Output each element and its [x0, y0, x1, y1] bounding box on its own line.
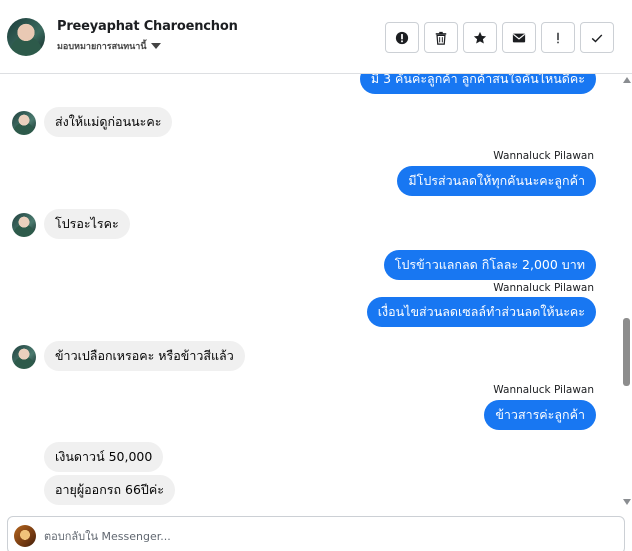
mail-icon — [512, 33, 526, 42]
contact-avatar-small — [12, 345, 36, 369]
message-incoming: เงินดาวน์ 50,000 — [44, 442, 164, 472]
message-incoming: ข้าวเปลือกเหรอคะ หรือข้าวสีแล้ว — [44, 341, 245, 371]
delete-button[interactable] — [424, 22, 458, 53]
reply-composer — [7, 516, 625, 551]
thread-scrollbar[interactable] — [620, 74, 632, 508]
sender-name: Wannaluck Pilawan — [493, 384, 594, 396]
report-icon — [395, 31, 409, 44]
scroll-down-icon[interactable] — [623, 499, 631, 505]
sender-name: Wannaluck Pilawan — [493, 150, 594, 162]
contact-avatar-small — [12, 111, 36, 135]
message-outgoing: มี 3 คันค่ะลูกค้า ลูกค้าสนใจคันไหนดีคะ — [359, 74, 596, 94]
message-incoming: ส่งให้แม่ดูก่อนนะคะ — [44, 107, 173, 137]
contact-avatar-small — [12, 213, 36, 237]
assign-conversation-label: มอบหมายการสนทนานี้ — [57, 42, 147, 52]
scroll-up-icon[interactable] — [623, 77, 631, 83]
sender-name: Wannaluck Pilawan — [493, 282, 594, 294]
star-button[interactable] — [463, 22, 497, 53]
message-thread[interactable]: มี 3 คันค่ะลูกค้า ลูกค้าสนใจคันไหนดีคะ ส… — [0, 74, 620, 508]
report-button[interactable] — [385, 22, 419, 53]
star-icon — [473, 31, 487, 44]
message-incoming: อายุผู้ออกรถ 66ปีค่ะ — [44, 475, 175, 505]
mark-done-button[interactable] — [580, 22, 614, 53]
scroll-thumb[interactable] — [623, 318, 630, 386]
action-toolbar — [385, 22, 614, 53]
contact-name[interactable]: Preeyaphat Charoenchon — [57, 19, 238, 34]
message-outgoing: ข้าวสารค่ะลูกค้า — [484, 400, 596, 430]
trash-icon — [435, 31, 447, 45]
contact-avatar[interactable] — [7, 18, 45, 56]
message-outgoing: โปรข้าวแลกลด กิโลละ 2,000 บาท — [383, 250, 596, 280]
mark-unread-button[interactable] — [502, 22, 536, 53]
page-avatar — [14, 525, 36, 547]
check-icon — [591, 33, 603, 42]
conversation-header: Preeyaphat Charoenchon มอบหมายการสนทนานี… — [0, 0, 632, 74]
message-outgoing: เงื่อนไขส่วนลดเซลล์ทำส่วนลดให้นะคะ — [366, 297, 596, 327]
reply-input[interactable] — [44, 527, 604, 545]
exclamation-icon — [557, 32, 559, 43]
message-outgoing: มีโปรส่วนลดให้ทุกคันนะคะลูกค้า — [397, 166, 596, 196]
message-incoming: โปรอะไรคะ — [44, 209, 130, 239]
assign-conversation-dropdown[interactable]: มอบหมายการสนทนานี้ — [57, 39, 161, 53]
spam-button[interactable] — [541, 22, 575, 53]
caret-down-icon — [150, 43, 161, 49]
